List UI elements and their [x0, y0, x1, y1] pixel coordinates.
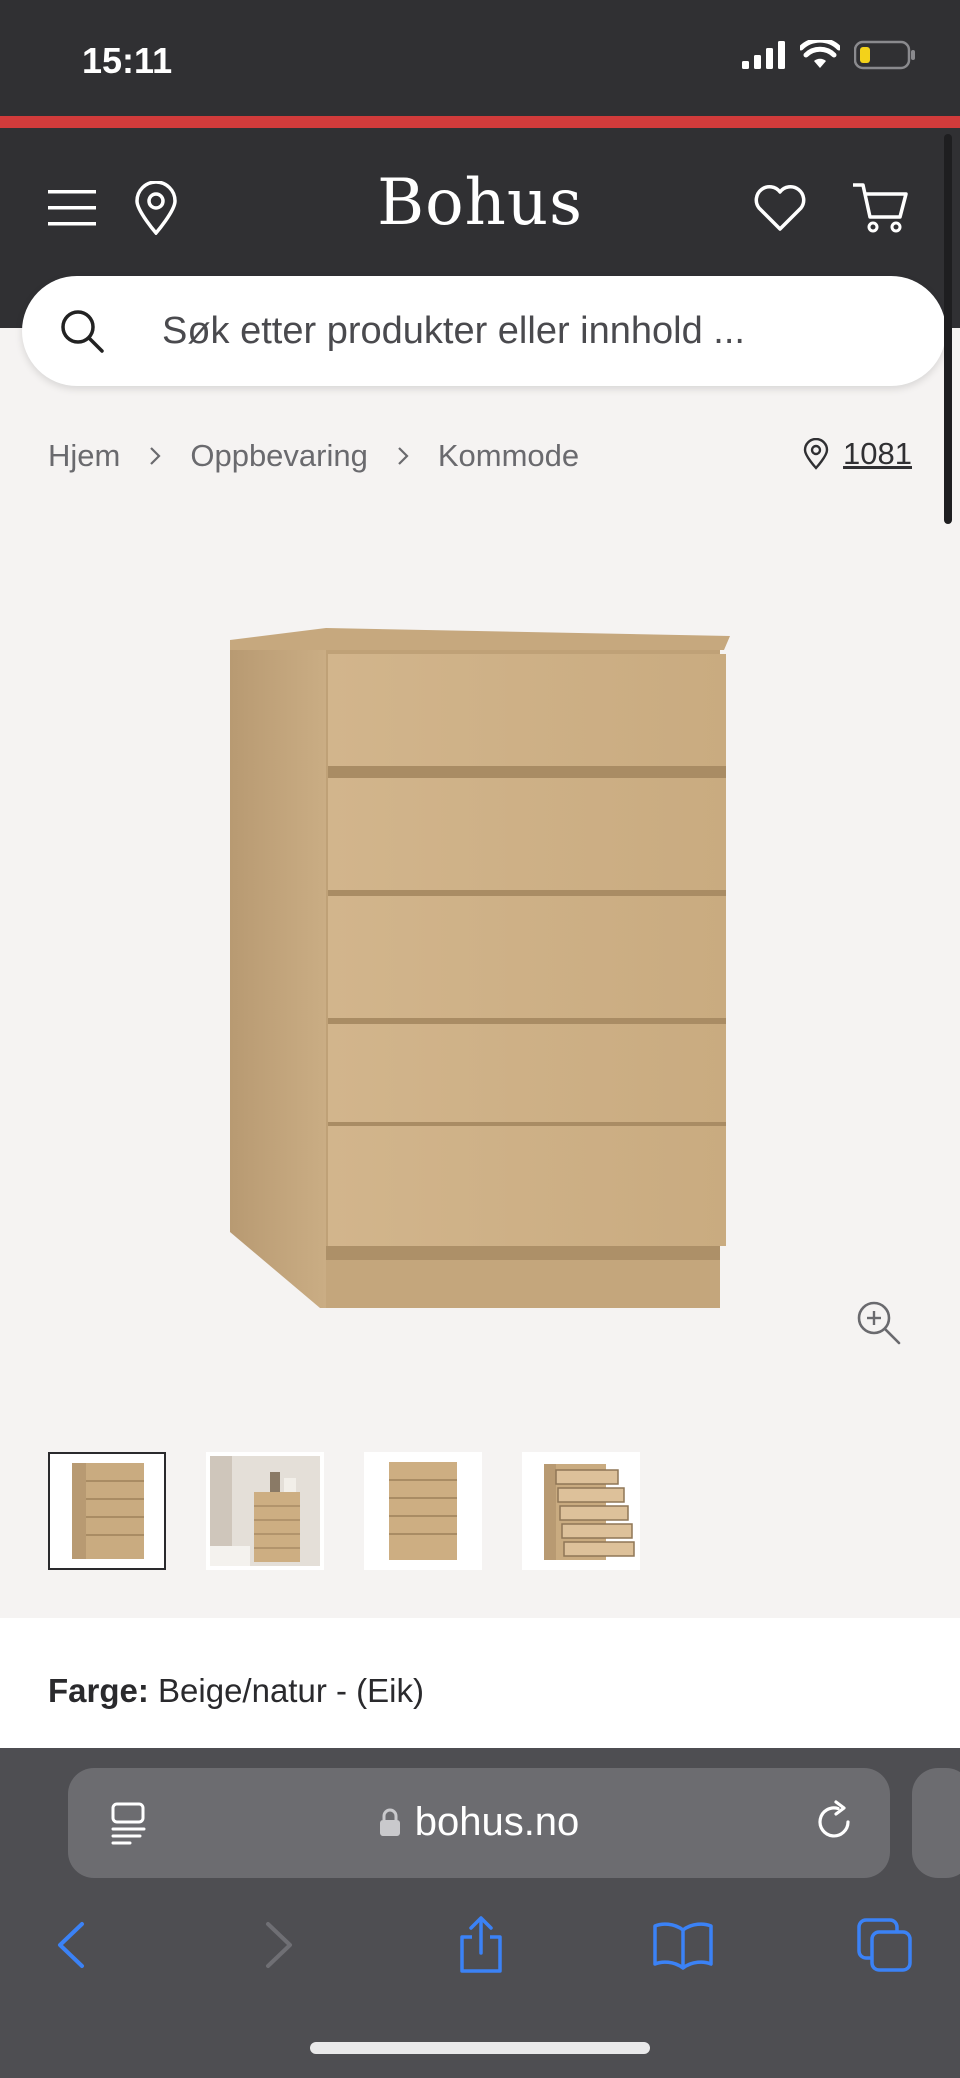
thumbnail-1[interactable] [48, 1452, 166, 1570]
wifi-icon [800, 40, 840, 68]
search-bar[interactable]: Søk etter produkter eller innhold ... [22, 276, 946, 386]
thumbnail-4[interactable] [522, 1452, 640, 1570]
breadcrumb-item-kommode[interactable]: Kommode [438, 438, 579, 474]
address-bar[interactable]: bohus.no [68, 1768, 890, 1878]
signal-icon [742, 41, 785, 69]
cart-icon[interactable] [850, 178, 910, 238]
lock-icon [379, 1802, 401, 1847]
share-icon[interactable] [446, 1910, 516, 1980]
thumbnail-2[interactable] [206, 1452, 324, 1570]
battery-icon [854, 40, 915, 70]
color-row: Farge: Beige/natur - (Eik) [48, 1672, 424, 1710]
browser-toolbar: bohus.no [0, 1748, 960, 2078]
back-icon[interactable] [36, 1910, 106, 1980]
search-placeholder: Søk etter produkter eller innhold ... [162, 309, 745, 352]
heart-icon[interactable] [752, 180, 808, 236]
store-selector[interactable]: 1081 [803, 436, 912, 472]
forward-icon[interactable] [244, 1910, 314, 1980]
color-value: Beige/natur - (Eik) [158, 1672, 424, 1709]
reload-icon[interactable] [814, 1800, 856, 1849]
scrollbar[interactable] [944, 134, 952, 524]
zoom-in-icon[interactable] [856, 1300, 902, 1346]
tabs-icon[interactable] [850, 1910, 920, 1980]
breadcrumb-item-oppbevaring[interactable]: Oppbevaring [190, 438, 368, 474]
accent-stripe [0, 116, 960, 128]
bookmarks-icon[interactable] [648, 1910, 718, 1980]
breadcrumb-item-home[interactable]: Hjem [48, 438, 120, 474]
chevron-right-icon [396, 445, 410, 467]
thumbnail-3[interactable] [364, 1452, 482, 1570]
store-number[interactable]: 1081 [843, 436, 912, 472]
status-icons [742, 40, 916, 70]
status-time: 15:11 [82, 40, 173, 81]
next-tab-preview[interactable] [912, 1768, 960, 1878]
store-pin-icon [803, 438, 829, 470]
product-image[interactable] [220, 620, 740, 1320]
search-icon [52, 301, 112, 361]
thumbnail-strip [48, 1452, 640, 1570]
home-indicator [310, 2042, 650, 2054]
chevron-right-icon [148, 445, 162, 467]
status-bar: 15:11 [0, 0, 960, 116]
site-logo[interactable]: Bohus [0, 166, 960, 240]
product-info: Farge: Beige/natur - (Eik) [0, 1618, 960, 1748]
url-text: bohus.no [414, 1800, 580, 1844]
url-display: bohus.no [68, 1800, 890, 1847]
breadcrumb: Hjem Oppbevaring Kommode [48, 438, 579, 474]
color-label: Farge: [48, 1672, 149, 1709]
